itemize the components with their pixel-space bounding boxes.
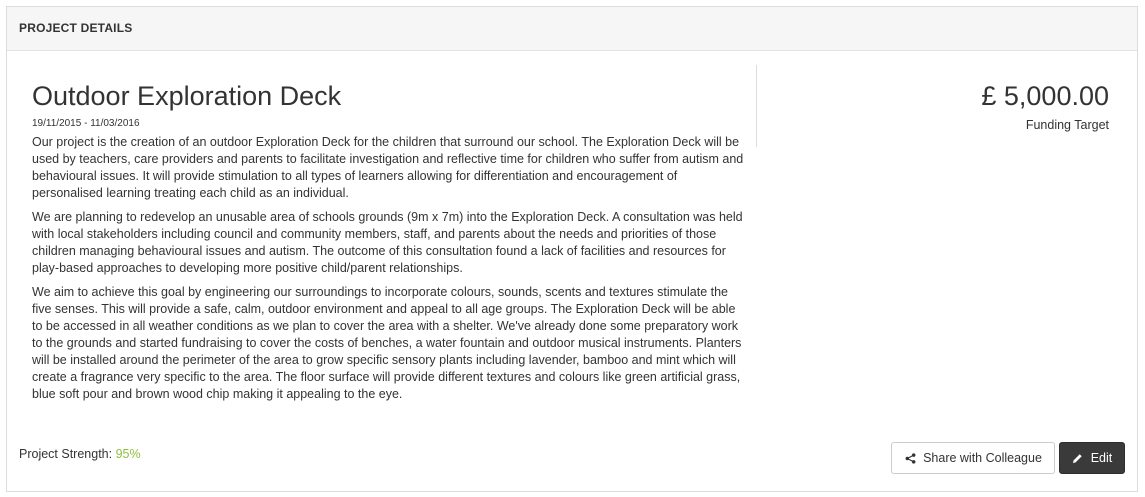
edit-button-label: Edit: [1090, 451, 1113, 465]
project-strength-value: 95%: [115, 447, 141, 461]
description-paragraph: We aim to achieve this goal by engineeri…: [32, 285, 742, 401]
funding-info: £ 5,000.00 Funding Target: [981, 79, 1109, 132]
share-with-colleague-button[interactable]: Share with Colleague: [891, 442, 1055, 474]
description-paragraph: We are planning to redevelop an unusable…: [32, 210, 743, 275]
project-title: Outdoor Exploration Deck: [32, 81, 342, 111]
funding-target-label: Funding Target: [1025, 118, 1109, 132]
pencil-icon: [1072, 452, 1084, 464]
project-info: Outdoor Exploration Deck 19/11/2015 - 11…: [32, 79, 744, 410]
panel-body: Outdoor Exploration Deck 19/11/2015 - 11…: [7, 51, 1137, 447]
share-icon: [904, 452, 916, 464]
panel-header: PROJECT DETAILS: [7, 7, 1137, 51]
edit-button[interactable]: Edit: [1059, 442, 1125, 474]
panel-footer: Project Strength: 95% Share with Colleag…: [7, 442, 1137, 491]
project-dates: 19/11/2015 - 11/03/2016: [32, 118, 140, 129]
project-description: Our project is the creation of an outdoo…: [32, 134, 744, 403]
funding-amount: £ 5,000.00: [981, 81, 1109, 111]
vertical-divider: [756, 65, 757, 147]
description-paragraph: Our project is the creation of an outdoo…: [32, 135, 744, 200]
project-strength-label: Project Strength:: [19, 447, 116, 461]
project-details-panel: PROJECT DETAILS Outdoor Exploration Deck…: [6, 6, 1138, 492]
panel-title: PROJECT DETAILS: [19, 20, 133, 35]
project-strength: Project Strength: 95%: [19, 447, 141, 461]
share-button-label: Share with Colleague: [923, 451, 1042, 465]
